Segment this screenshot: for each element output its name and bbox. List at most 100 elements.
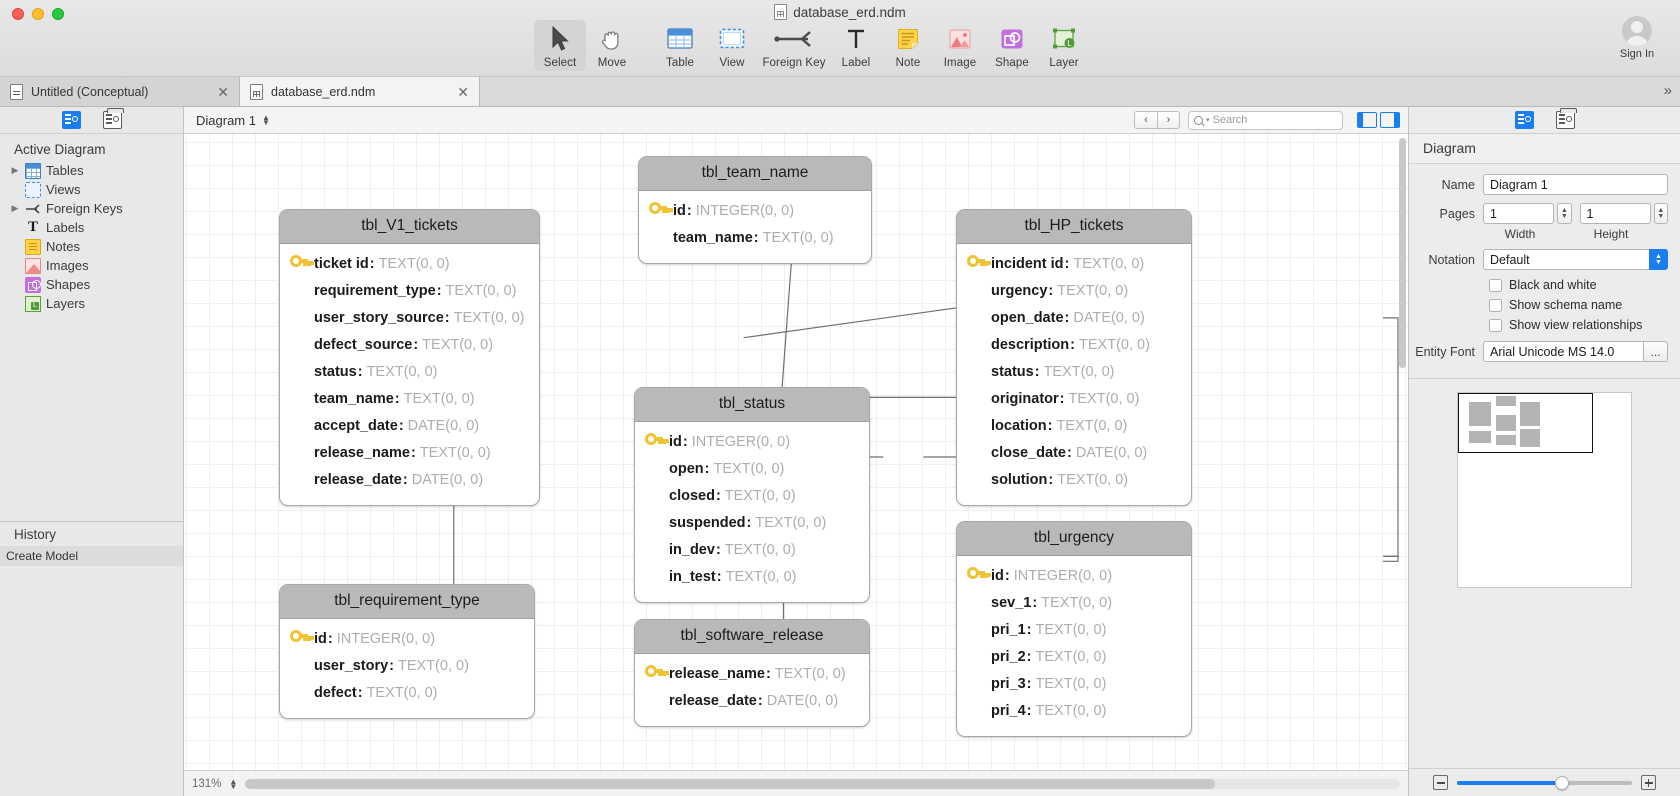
chevron-right-icon[interactable]: › xyxy=(1157,111,1180,129)
notation-select[interactable]: Default ▲ ▼ xyxy=(1483,249,1668,270)
tool-view[interactable]: View xyxy=(706,20,758,71)
erd-table[interactable]: tbl_software_release release_name: TEXT(0,… xyxy=(634,619,870,727)
pages-width-input[interactable]: 1 xyxy=(1483,203,1555,224)
checkbox-black-and-white[interactable]: Black and white xyxy=(1409,278,1668,292)
erd-column-row[interactable]: id: INTEGER(0, 0) xyxy=(290,626,522,653)
erd-column-row[interactable]: incident id: TEXT(0, 0) xyxy=(967,251,1179,278)
zoom-out-icon[interactable] xyxy=(1433,775,1448,790)
checkbox-box[interactable] xyxy=(1489,278,1502,292)
diagram-selector[interactable]: Diagram 1 ▲ ▼ xyxy=(192,113,270,128)
pages-height-stepper[interactable]: ▲ ▼ xyxy=(1653,203,1668,224)
horizontal-scrollbar[interactable] xyxy=(245,778,1400,789)
erd-column-row[interactable]: defect: TEXT(0, 0) xyxy=(290,680,522,707)
erd-column-row[interactable]: solution: TEXT(0, 0) xyxy=(967,467,1179,494)
sign-in-button[interactable]: Sign In xyxy=(1608,16,1666,60)
erd-column-row[interactable]: in_dev: TEXT(0, 0) xyxy=(645,537,857,564)
erd-column-row[interactable]: urgency: TEXT(0, 0) xyxy=(967,278,1179,305)
disclosure-triangle-icon[interactable]: ▶ xyxy=(10,203,20,214)
erd-column-row[interactable]: pri_3: TEXT(0, 0) xyxy=(967,671,1179,698)
erd-column-row[interactable]: team_name: TEXT(0, 0) xyxy=(649,225,859,252)
tab-untitled-conceptual[interactable]: Untitled (Conceptual) ✕ xyxy=(0,77,240,106)
erd-column-row[interactable]: id: INTEGER(0, 0) xyxy=(649,198,859,225)
zoom-slider[interactable] xyxy=(1457,775,1632,790)
erd-column-row[interactable]: sev_1: TEXT(0, 0) xyxy=(967,590,1179,617)
checkbox-box[interactable] xyxy=(1489,318,1502,332)
close-icon[interactable]: ✕ xyxy=(217,85,229,99)
erd-column-row[interactable]: requirement_type: TEXT(0, 0) xyxy=(290,278,527,305)
erd-column-row[interactable]: id: INTEGER(0, 0) xyxy=(967,563,1179,590)
up-down-select-icon[interactable]: ▲ ▼ xyxy=(1649,249,1668,270)
entity-font-value[interactable]: Arial Unicode MS 14.0 xyxy=(1483,341,1644,362)
erd-column-row[interactable]: open: TEXT(0, 0) xyxy=(645,456,857,483)
tool-table[interactable]: Table xyxy=(654,20,706,71)
erd-column-row[interactable]: release_date: DATE(0, 0) xyxy=(645,688,857,715)
erd-column-row[interactable]: in_test: TEXT(0, 0) xyxy=(645,564,857,591)
erd-column-row[interactable]: release_date: DATE(0, 0) xyxy=(290,467,527,494)
diagram-inspector-icon[interactable] xyxy=(1514,111,1534,129)
entity-font-browse-button[interactable]: ... xyxy=(1644,341,1668,362)
erd-column-row[interactable]: release_name: TEXT(0, 0) xyxy=(645,661,857,688)
chevron-left-icon[interactable]: ‹ xyxy=(1134,111,1157,129)
erd-column-row[interactable]: close_date: DATE(0, 0) xyxy=(967,440,1179,467)
erd-column-row[interactable]: accept_date: DATE(0, 0) xyxy=(290,413,527,440)
erd-table[interactable]: tbl_urgency id: INTEGER(0, 0) sev_1: TEXT(0,… xyxy=(956,521,1192,737)
up-down-stepper-icon[interactable]: ▲ ▼ xyxy=(262,114,270,127)
erd-column-row[interactable]: ticket id: TEXT(0, 0) xyxy=(290,251,527,278)
sidebar-item-images[interactable]: ▶ Images xyxy=(6,256,183,275)
model-inspector-icon[interactable] xyxy=(1555,108,1577,129)
erd-column-row[interactable]: open_date: DATE(0, 0) xyxy=(967,305,1179,332)
erd-table[interactable]: tbl_HP_tickets incident id: TEXT(0, 0) urge… xyxy=(956,209,1192,506)
tool-label[interactable]: Label xyxy=(830,20,882,71)
search-input[interactable]: ▾ Search xyxy=(1188,110,1343,130)
tool-note[interactable]: Note xyxy=(882,20,934,71)
tool-image[interactable]: Image xyxy=(934,20,986,71)
erd-column-row[interactable]: description: TEXT(0, 0) xyxy=(967,332,1179,359)
chevrons-right-icon[interactable]: » xyxy=(1664,82,1672,99)
diagram-name-input[interactable]: Diagram 1 xyxy=(1483,174,1668,195)
erd-column-row[interactable]: user_story: TEXT(0, 0) xyxy=(290,653,522,680)
erd-column-row[interactable]: id: INTEGER(0, 0) xyxy=(645,429,857,456)
erd-table[interactable]: tbl_team_name id: INTEGER(0, 0) team_name: T… xyxy=(638,156,872,264)
toggle-left-panel-icon[interactable] xyxy=(1357,112,1377,128)
erd-column-row[interactable]: status: TEXT(0, 0) xyxy=(290,359,527,386)
scrollbar-thumb[interactable] xyxy=(245,778,1216,789)
erd-column-row[interactable]: originator: TEXT(0, 0) xyxy=(967,386,1179,413)
sidebar-item-notes[interactable]: ▶ Notes xyxy=(6,237,183,256)
zoom-slider-knob[interactable] xyxy=(1555,775,1569,790)
checkbox-box[interactable] xyxy=(1489,298,1502,312)
sidebar-item-views[interactable]: ▶ Views xyxy=(6,180,183,199)
diagram-canvas[interactable]: tbl_team_name id: INTEGER(0, 0) team_name: T… xyxy=(184,134,1408,770)
checkbox-show-schema-name[interactable]: Show schema name xyxy=(1409,298,1668,312)
erd-column-row[interactable]: pri_1: TEXT(0, 0) xyxy=(967,617,1179,644)
close-icon[interactable]: ✕ xyxy=(457,85,469,99)
disclosure-triangle-icon[interactable]: ▶ xyxy=(10,165,20,176)
diagram-list-icon[interactable] xyxy=(61,111,81,129)
erd-column-row[interactable]: defect_source: TEXT(0, 0) xyxy=(290,332,527,359)
sidebar-item-shapes[interactable]: ▶ Shapes xyxy=(6,275,183,294)
erd-column-row[interactable]: pri_4: TEXT(0, 0) xyxy=(967,698,1179,725)
sidebar-item-tables[interactable]: ▶ Tables xyxy=(6,161,183,180)
tool-foreign-key[interactable]: Foreign Key xyxy=(758,20,830,71)
checkbox-show-view-relationships[interactable]: Show view relationships xyxy=(1409,318,1668,332)
erd-column-row[interactable]: pri_2: TEXT(0, 0) xyxy=(967,644,1179,671)
erd-table[interactable]: tbl_requirement_type id: INTEGER(0, 0) user… xyxy=(279,584,535,719)
history-item-create-model[interactable]: Create Model xyxy=(0,546,183,566)
sidebar-item-foreign-keys[interactable]: ▶ Foreign Keys xyxy=(6,199,183,218)
tab-database-erd[interactable]: database_erd.ndm ✕ xyxy=(240,77,480,106)
erd-column-row[interactable]: closed: TEXT(0, 0) xyxy=(645,483,857,510)
tool-move[interactable]: Move xyxy=(586,20,638,71)
erd-column-row[interactable]: suspended: TEXT(0, 0) xyxy=(645,510,857,537)
pages-width-stepper[interactable]: ▲ ▼ xyxy=(1557,203,1572,224)
erd-table[interactable]: tbl_status id: INTEGER(0, 0) open: TEXT(0, 0… xyxy=(634,387,870,603)
model-list-icon[interactable] xyxy=(102,108,124,129)
sidebar-item-layers[interactable]: ▶ Layers xyxy=(6,294,183,313)
tool-shape[interactable]: Shape xyxy=(986,20,1038,71)
vertical-scrollbar[interactable] xyxy=(1399,138,1406,368)
erd-column-row[interactable]: status: TEXT(0, 0) xyxy=(967,359,1179,386)
pages-height-input[interactable]: 1 xyxy=(1579,203,1651,224)
sidebar-item-labels[interactable]: ▶ T Labels xyxy=(6,218,183,237)
toggle-right-panel-icon[interactable] xyxy=(1380,112,1400,128)
tool-select[interactable]: Select xyxy=(534,20,586,71)
erd-table[interactable]: tbl_V1_tickets ticket id: TEXT(0, 0) requir… xyxy=(279,209,540,506)
erd-column-row[interactable]: release_name: TEXT(0, 0) xyxy=(290,440,527,467)
